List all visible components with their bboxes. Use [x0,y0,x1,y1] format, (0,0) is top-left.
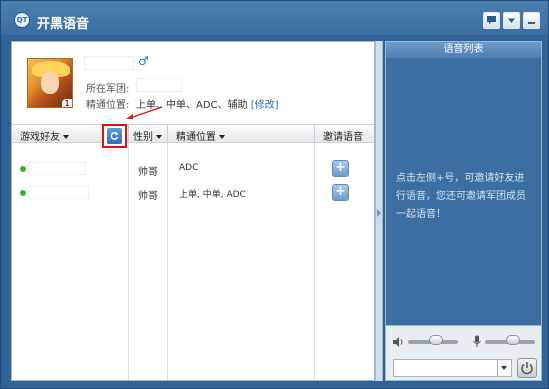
friend-positions: ADC [179,163,199,173]
invite-voice-button[interactable]: + [332,160,349,177]
plus-icon: + [335,160,346,175]
chat-icon-button[interactable] [483,12,500,29]
friend-gender: 帅哥 [138,191,158,202]
main-window: QT 开黑语音 1 ♂ 所在军团: 精通位置: 上单、中单、ADC、辅助 [修改… [0,0,549,389]
friend-row[interactable]: 帅哥 ADC + [12,158,374,182]
voice-list-title: 语音列表 [386,42,541,58]
voice-controls [386,325,541,380]
qt-logo-icon: QT [14,12,30,28]
speaker-icon [393,337,403,347]
army-label: 所在军团: [86,84,130,95]
power-button[interactable] [517,358,537,378]
window-title: 开黑语音 [37,17,90,32]
invite-voice-button[interactable]: + [332,184,349,201]
refresh-icon [110,132,119,140]
chevron-down-icon [156,135,162,139]
voice-hint-text: 点击左侧+号，可邀请好友进行语音，您还可邀请军团成员一起语音！ [396,173,526,220]
annotation-arrow-icon [126,106,163,119]
friends-list-header: 游戏好友 性别 精通位置 邀请语音 [12,124,374,148]
minimize-icon [528,22,535,24]
voice-channel-select[interactable] [393,359,512,377]
positions-label: 精通位置: [86,100,130,111]
avatar-level-badge: 1 [62,99,72,107]
minimize-button[interactable] [523,12,540,29]
avatar[interactable]: 1 [27,58,73,108]
chat-icon [487,16,496,25]
edit-positions-link[interactable]: [修改] [251,100,279,111]
friend-positions: 上单, 中单, ADC [179,190,246,200]
title-bar[interactable]: QT 开黑语音 [1,1,548,37]
chevron-down-icon [219,135,225,139]
chevron-down-icon [63,135,69,139]
gender-column-header[interactable]: 性别 [133,128,162,143]
invite-column-header: 邀请语音 [323,132,363,143]
refresh-button[interactable] [102,124,127,148]
friend-gender: 帅哥 [138,167,158,178]
power-icon [521,362,533,375]
panel-splitter[interactable] [375,41,383,381]
army-value [136,78,182,92]
online-status-icon [20,166,26,172]
friend-name [29,186,89,199]
player-name [84,56,134,70]
menu-dropdown-button[interactable] [503,12,520,29]
friends-panel: 1 ♂ 所在军团: 精通位置: 上单、中单、ADC、辅助 [修改] 游戏好友 性… [11,41,375,381]
chevron-down-icon[interactable] [497,360,511,376]
microphone-icon [473,335,481,347]
mic-volume-knob[interactable] [505,335,520,345]
position-column-header[interactable]: 精通位置 [176,128,225,143]
chevron-down-icon [508,18,515,23]
male-icon: ♂ [138,54,149,68]
voice-panel: 语音列表 点击左侧+号，可邀请好友进行语音，您还可邀请军团成员一起语音！ [385,41,542,381]
chevron-right-icon [377,209,381,217]
friends-column-header[interactable]: 游戏好友 [20,128,69,143]
speaker-volume-knob[interactable] [428,335,443,345]
friend-name [28,162,86,175]
plus-icon: + [335,184,346,199]
friend-row[interactable]: 帅哥 上单, 中单, ADC + [12,182,374,206]
online-status-icon [20,190,26,196]
